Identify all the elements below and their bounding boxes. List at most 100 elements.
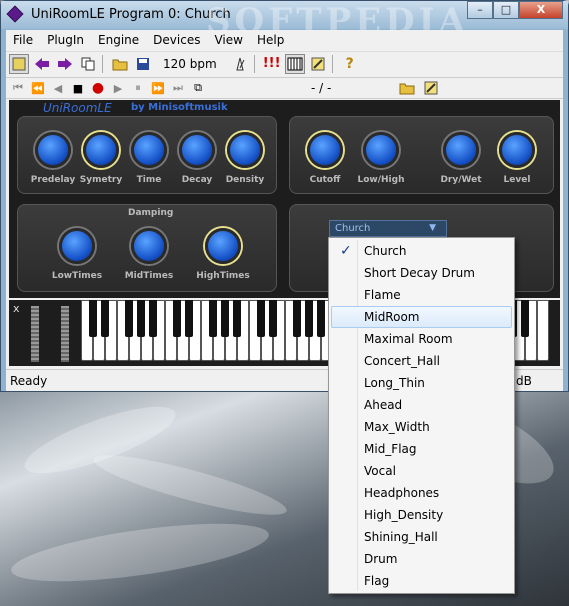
level-knob[interactable] bbox=[499, 132, 535, 168]
preset-item-max-width[interactable]: Max_Width bbox=[331, 416, 512, 438]
low-times-knob[interactable] bbox=[59, 228, 95, 264]
panic-label: !!! bbox=[262, 56, 281, 71]
frost-shape bbox=[89, 444, 291, 526]
black-key[interactable] bbox=[221, 300, 229, 337]
panic-button[interactable]: !!! bbox=[262, 54, 282, 74]
decay-knob[interactable] bbox=[179, 132, 215, 168]
skip-end-icon[interactable]: ⏭ bbox=[170, 81, 186, 95]
preset-item-church[interactable]: ✓ Church bbox=[331, 240, 512, 262]
step-back-icon[interactable]: ◀ bbox=[50, 82, 66, 95]
black-key[interactable] bbox=[89, 300, 97, 337]
black-key[interactable] bbox=[233, 300, 241, 337]
menu-file[interactable]: File bbox=[6, 30, 40, 51]
record-icon[interactable]: ● bbox=[90, 80, 106, 96]
settings-icon[interactable] bbox=[308, 54, 328, 74]
tempo-display[interactable]: 120 bpm bbox=[163, 57, 217, 71]
menu-engine[interactable]: Engine bbox=[91, 30, 146, 51]
pitch-wheel[interactable] bbox=[31, 306, 39, 362]
song-settings-icon[interactable] bbox=[421, 78, 441, 98]
loop-icon[interactable]: ⧉ bbox=[190, 81, 206, 95]
preset-item-label: Vocal bbox=[364, 464, 396, 478]
white-key[interactable] bbox=[537, 300, 549, 361]
preset-item-vocal[interactable]: Vocal bbox=[331, 460, 512, 482]
help-button[interactable]: ? bbox=[340, 54, 360, 74]
checkmark-icon: ✓ bbox=[340, 243, 352, 259]
open-song-icon[interactable] bbox=[397, 78, 417, 98]
menu-help[interactable]: Help bbox=[250, 30, 291, 51]
output-panel: Cutoff Low/High Dry/Wet Level bbox=[289, 116, 554, 194]
preset-item-label: Concert_Hall bbox=[364, 354, 440, 368]
menu-view[interactable]: View bbox=[207, 30, 249, 51]
open-folder-icon[interactable] bbox=[110, 54, 130, 74]
black-key[interactable] bbox=[305, 300, 313, 337]
preset-item-label: Flag bbox=[364, 574, 390, 588]
toolbar: 120 bpm !!! ? bbox=[6, 51, 563, 75]
preset-item-label: High_Density bbox=[364, 508, 444, 522]
black-key[interactable] bbox=[173, 300, 181, 337]
keyboard-close-button[interactable]: x bbox=[13, 302, 20, 315]
mid-times-knob[interactable] bbox=[131, 228, 167, 264]
copy-icon[interactable] bbox=[78, 54, 98, 74]
transport-bar: ⏮ ⏪ ◀ ■ ● ▶ ⏸ ⏩ ⏭ ⧉ - / - bbox=[6, 77, 563, 99]
play-icon[interactable]: ▶ bbox=[110, 82, 126, 95]
high-times-knob[interactable] bbox=[205, 228, 241, 264]
preset-item-maximal-room[interactable]: Maximal Room bbox=[331, 328, 512, 350]
preset-item-drum[interactable]: Drum bbox=[331, 548, 512, 570]
density-knob[interactable] bbox=[227, 132, 263, 168]
close-button[interactable]: X bbox=[519, 1, 563, 19]
reverb-panel: Predelay Symetry Time Decay Density bbox=[17, 116, 277, 194]
maximize-button[interactable]: □ bbox=[493, 1, 519, 19]
preset-item-ahead[interactable]: Ahead bbox=[331, 394, 512, 416]
predelay-knob[interactable] bbox=[35, 132, 71, 168]
menu-devices[interactable]: Devices bbox=[146, 30, 207, 51]
preset-item-label: Church bbox=[364, 244, 407, 258]
separator bbox=[253, 54, 255, 73]
black-key[interactable] bbox=[209, 300, 217, 337]
black-key[interactable] bbox=[101, 300, 109, 337]
metronome-icon[interactable] bbox=[230, 54, 250, 74]
preset-item-short-decay-drum[interactable]: Short Decay Drum bbox=[331, 262, 512, 284]
black-key[interactable] bbox=[257, 300, 265, 337]
previous-plugin-icon[interactable] bbox=[32, 54, 52, 74]
preset-item-shining-hall[interactable]: Shining_Hall bbox=[331, 526, 512, 548]
black-key[interactable] bbox=[317, 300, 325, 337]
preset-select[interactable]: Church ▼ bbox=[329, 220, 447, 237]
mod-wheel[interactable] bbox=[61, 306, 69, 362]
black-key[interactable] bbox=[521, 300, 529, 337]
black-key[interactable] bbox=[125, 300, 133, 337]
black-key[interactable] bbox=[269, 300, 277, 337]
preset-item-concert-hall[interactable]: Concert_Hall bbox=[331, 350, 512, 372]
black-key[interactable] bbox=[185, 300, 193, 337]
time-knob[interactable] bbox=[131, 132, 167, 168]
pause-icon[interactable]: ⏸ bbox=[130, 81, 146, 95]
rewind-start-icon[interactable]: ⏮ bbox=[10, 81, 26, 95]
preset-item-flag[interactable]: Flag bbox=[331, 570, 512, 592]
frost-shape bbox=[8, 512, 272, 593]
black-key[interactable] bbox=[149, 300, 157, 337]
save-icon[interactable] bbox=[133, 54, 153, 74]
menu-plugin[interactable]: PlugIn bbox=[40, 30, 91, 51]
preset-item-label: Flame bbox=[364, 288, 401, 302]
preset-item-label: Mid_Flag bbox=[364, 442, 417, 456]
preset-item-midroom[interactable]: MidRoom bbox=[331, 306, 512, 328]
minimize-button[interactable]: – bbox=[467, 1, 493, 19]
preset-item-mid-flag[interactable]: Mid_Flag bbox=[331, 438, 512, 460]
black-key[interactable] bbox=[293, 300, 301, 337]
fast-forward-icon[interactable]: ⏩ bbox=[150, 82, 166, 95]
stop-icon[interactable]: ■ bbox=[70, 82, 86, 95]
black-key[interactable] bbox=[137, 300, 145, 337]
title-bar[interactable]: UniRoomLE Program 0: Church SOFTPEDIA – … bbox=[1, 1, 568, 41]
rewind-icon[interactable]: ⏪ bbox=[30, 82, 46, 95]
symetry-knob[interactable] bbox=[83, 132, 119, 168]
preset-item-label: MidRoom bbox=[364, 310, 420, 324]
plugin-editor-icon[interactable] bbox=[9, 53, 29, 74]
low-high-knob[interactable] bbox=[363, 132, 399, 168]
dry-wet-knob[interactable] bbox=[443, 132, 479, 168]
keyboard-toggle-icon[interactable] bbox=[284, 53, 305, 74]
cutoff-knob[interactable] bbox=[307, 132, 343, 168]
next-plugin-icon[interactable] bbox=[55, 54, 75, 74]
preset-item-high-density[interactable]: High_Density bbox=[331, 504, 512, 526]
preset-item-long-thin[interactable]: Long_Thin bbox=[331, 372, 512, 394]
preset-item-headphones[interactable]: Headphones bbox=[331, 482, 512, 504]
preset-item-flame[interactable]: Flame bbox=[331, 284, 512, 306]
